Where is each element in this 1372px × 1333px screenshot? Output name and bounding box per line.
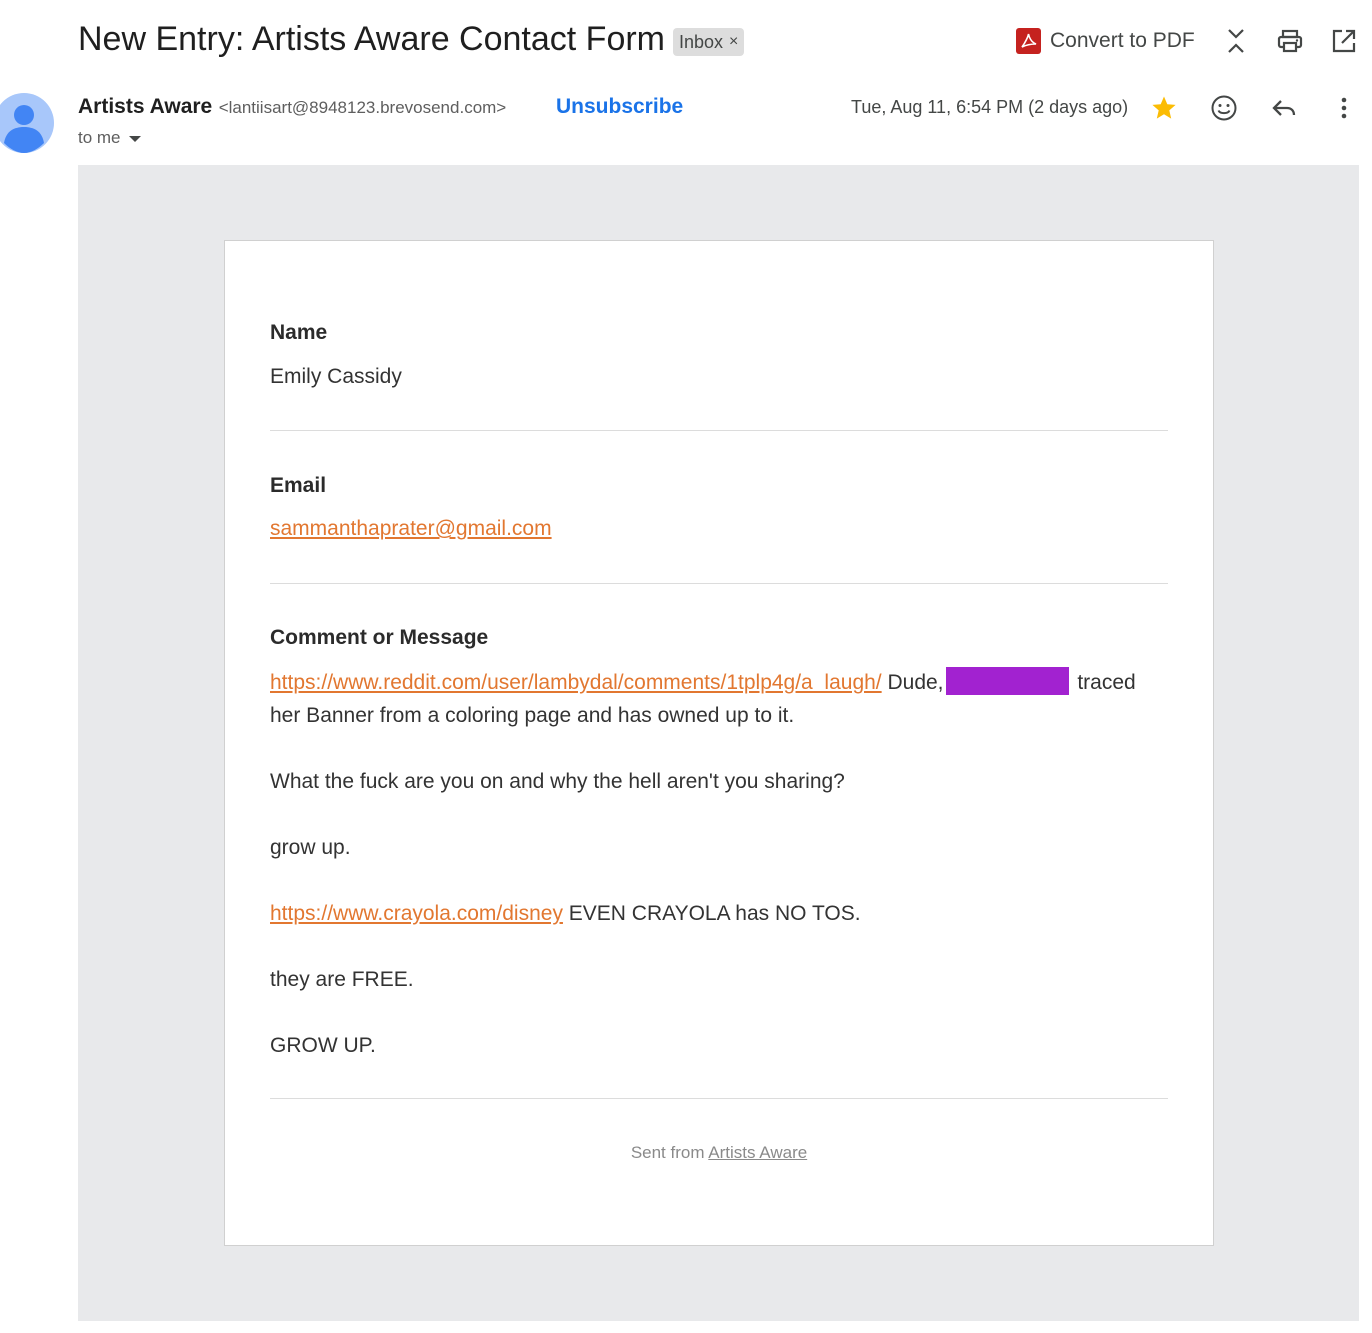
inbox-label-text: Inbox	[679, 32, 724, 52]
sender-email: <lantiisart@8948123.brevosend.com>	[218, 98, 507, 117]
open-in-new-window-icon[interactable]	[1331, 28, 1357, 54]
divider	[270, 430, 1168, 431]
message-text: EVEN CRAYOLA has NO TOS.	[562, 902, 861, 925]
sender-avatar[interactable]	[0, 93, 54, 153]
print-icon[interactable]	[1277, 28, 1303, 54]
convert-to-pdf-button[interactable]: Convert to PDF	[1016, 28, 1195, 54]
reply-icon[interactable]	[1270, 94, 1298, 122]
sender-name[interactable]: Artists Aware	[78, 95, 212, 118]
inbox-label-chip[interactable]: Inbox ×	[673, 28, 745, 56]
reddit-link[interactable]: https://www.reddit.com/user/lambydal/com…	[270, 671, 882, 694]
emoji-reaction-icon[interactable]	[1210, 94, 1238, 122]
message-paragraph-2: What the fuck are you on and why the hel…	[270, 770, 845, 793]
sent-from-footer: Sent from Artists Aware	[270, 1143, 1168, 1163]
email-field-value: sammanthaprater@gmail.com	[270, 517, 552, 541]
message-paragraph-5: they are FREE.	[270, 968, 414, 991]
collapse-all-icon[interactable]	[1223, 28, 1249, 54]
pdf-icon	[1016, 28, 1041, 54]
message-paragraph-3: grow up.	[270, 836, 351, 859]
more-options-icon[interactable]	[1330, 94, 1358, 122]
star-icon[interactable]	[1150, 94, 1178, 122]
convert-to-pdf-label: Convert to PDF	[1050, 29, 1195, 52]
message-paragraph-1: https://www.reddit.com/user/lambydal/com…	[270, 666, 1168, 732]
name-field-value: Emily Cassidy	[270, 365, 402, 388]
email-field-label: Email	[270, 474, 327, 497]
message-text: Dude,	[881, 671, 944, 694]
remove-label-icon[interactable]: ×	[729, 28, 738, 56]
form-entry-card: Name Emily Cassidy Email sammanthaprater…	[224, 240, 1214, 1246]
message-paragraph-6: GROW UP.	[270, 1034, 376, 1057]
sender-info: Artists Aware <lantiisart@8948123.brevos…	[78, 95, 506, 119]
footer-link[interactable]: Artists Aware	[708, 1143, 807, 1162]
name-field-label: Name	[270, 321, 328, 344]
message-field-label: Comment or Message	[270, 626, 489, 649]
message-paragraph-4: https://www.crayola.com/disney EVEN CRAY…	[270, 897, 1168, 930]
message-date: Tue, Aug 11, 6:54 PM (2 days ago)	[851, 97, 1129, 117]
email-subject: New Entry: Artists Aware Contact Form	[78, 20, 665, 58]
redaction-block	[945, 667, 1069, 695]
recipient-label: to me	[78, 128, 121, 147]
footer-text: Sent from	[630, 1143, 709, 1162]
crayola-link[interactable]: https://www.crayola.com/disney	[270, 902, 563, 925]
recipient-details-toggle[interactable]: to me	[78, 128, 141, 148]
divider	[270, 1098, 1168, 1099]
email-address-link[interactable]: sammanthaprater@gmail.com	[270, 517, 552, 540]
divider	[270, 583, 1168, 584]
chevron-down-icon	[128, 136, 141, 142]
unsubscribe-link[interactable]: Unsubscribe	[556, 95, 683, 119]
